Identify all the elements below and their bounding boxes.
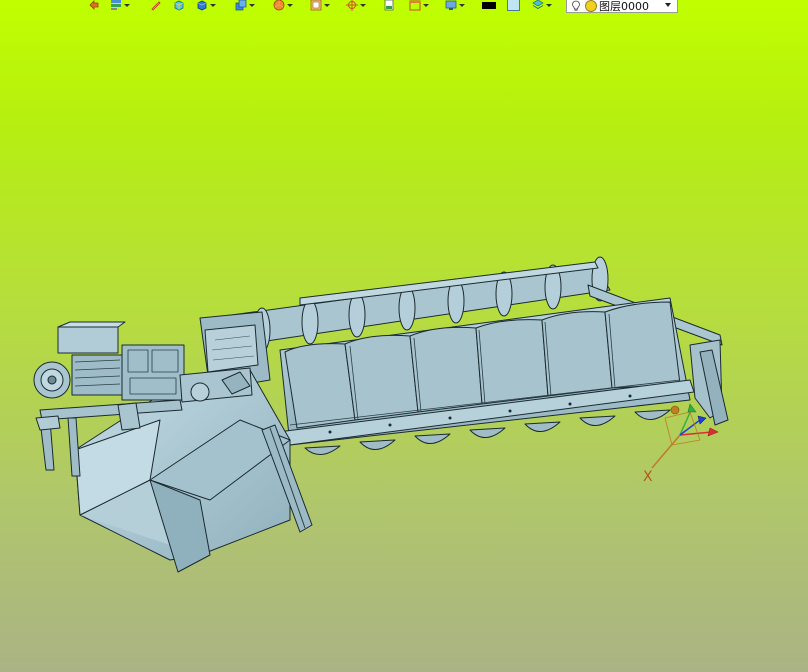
screw-conveyor-model[interactable] <box>0 0 808 672</box>
axis-x-label: X <box>643 469 653 485</box>
3d-viewport[interactable]: 图层0000 X <box>0 0 808 672</box>
